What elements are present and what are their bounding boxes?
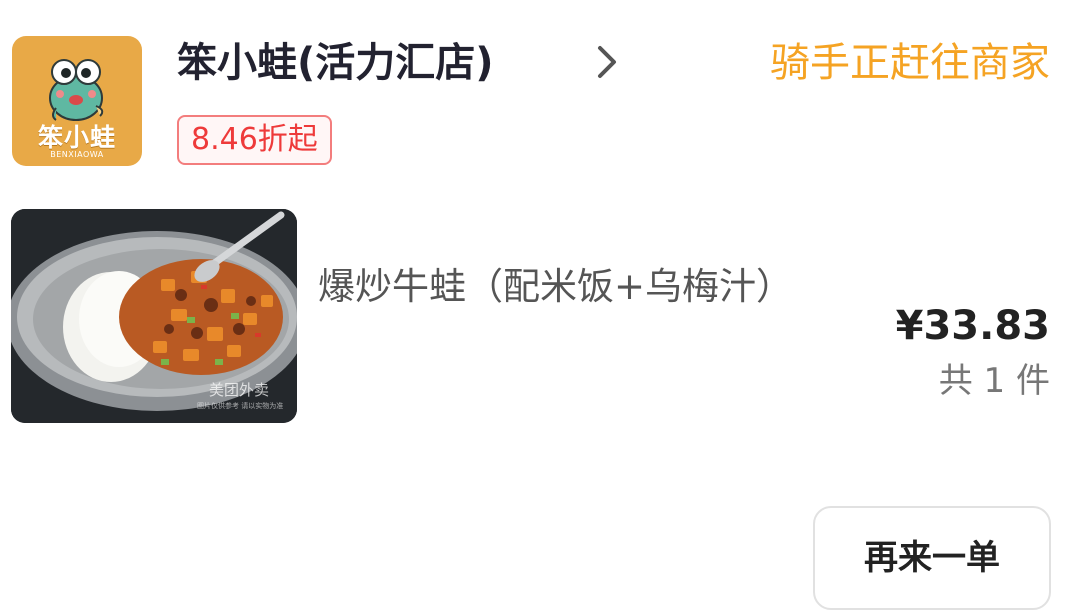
product-image[interactable]: 美团外卖 图片仅供参考 请以实物为准 xyxy=(11,209,297,423)
logo-subtext: BENXIAOWA xyxy=(50,150,104,159)
chevron-right-icon[interactable] xyxy=(588,42,628,82)
discount-badge: 8.46折起 xyxy=(177,115,332,165)
order-card[interactable]: 笨小蛙 BENXIAOWA 笨小蛙(活力汇店) 骑手正赶往商家 8.46折起 美… xyxy=(0,0,1070,611)
image-watermark-note: 图片仅供参考 请以实物为准 xyxy=(197,402,284,410)
item-name: 爆炒牛蛙（配米饭+乌梅汁） xyxy=(318,265,794,308)
image-watermark: 美团外卖 xyxy=(209,381,270,399)
store-logo[interactable]: 笨小蛙 BENXIAOWA xyxy=(12,36,142,166)
reorder-button[interactable]: 再来一单 xyxy=(813,506,1051,610)
store-name[interactable]: 笨小蛙(活力汇店) xyxy=(177,34,494,92)
order-price: ¥33.83 xyxy=(895,303,1050,349)
order-status: 骑手正赶往商家 xyxy=(770,40,1050,86)
logo-text: 笨小蛙 xyxy=(37,123,116,152)
item-quantity: 共 1 件 xyxy=(938,361,1050,401)
